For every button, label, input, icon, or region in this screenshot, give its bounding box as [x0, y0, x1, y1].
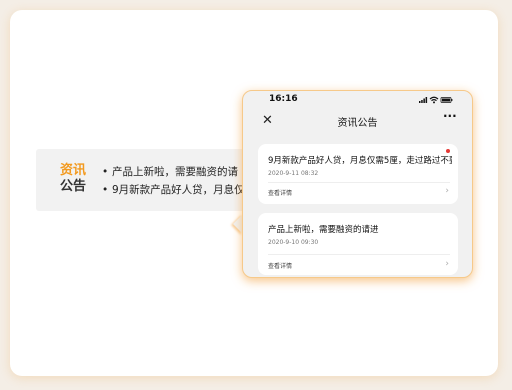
message-date: 2020-9-11 08:32 — [268, 170, 319, 177]
nav-bar: ✕ 资讯公告 ··· — [243, 109, 472, 135]
view-details-link[interactable]: 查看详情 — [268, 261, 292, 270]
bullet-icon: • — [102, 166, 109, 178]
ticker-item-text: 9月新款产品好人贷，月息仅 — [112, 184, 245, 196]
chevron-right-icon[interactable]: › — [445, 259, 449, 269]
battery-icon — [440, 97, 453, 103]
message-title: 9月新款产品好人贷，月息仅需5厘，走过路过不要... — [268, 156, 452, 166]
ticker-item[interactable]: • 9月新款产品好人贷，月息仅 — [102, 181, 262, 199]
status-time: 16:16 — [269, 94, 298, 104]
divider — [268, 182, 450, 183]
signal-icon — [419, 97, 428, 103]
brand-line-2: 公告 — [60, 179, 87, 194]
bullet-icon: • — [102, 184, 109, 196]
ticker-brand: 资讯 公告 — [60, 163, 90, 195]
message-title: 产品上新啦，需要融资的请进 — [268, 225, 379, 235]
message-card[interactable]: 产品上新啦，需要融资的请进 2020-9-10 09:30 查看详情 › — [258, 213, 458, 275]
chevron-right-icon[interactable]: › — [445, 186, 449, 196]
ticker-item[interactable]: • 产品上新啦，需要融资的请 — [102, 163, 262, 181]
more-icon[interactable]: ··· — [443, 109, 457, 123]
view-details-link[interactable]: 查看详情 — [268, 188, 292, 197]
brand-line-1: 资讯 — [60, 163, 87, 178]
announcement-ticker[interactable]: 资讯 公告 • 产品上新啦，需要融资的请 • 9月新款产品好人贷，月息仅 — [36, 149, 262, 211]
phone-popover: 16:16 ✕ 资讯公告 ··· 9月新款产品好人贷，月息仅需5厘，走过路过不要… — [242, 90, 473, 278]
unread-dot — [446, 149, 450, 153]
status-bar: 16:16 — [243, 91, 472, 109]
message-card[interactable]: 9月新款产品好人贷，月息仅需5厘，走过路过不要... 2020-9-11 08:… — [258, 144, 458, 204]
ticker-list: • 产品上新啦，需要融资的请 • 9月新款产品好人贷，月息仅 — [102, 163, 262, 199]
message-date: 2020-9-10 09:30 — [268, 239, 319, 246]
wifi-icon — [429, 96, 439, 104]
status-icons — [419, 96, 453, 104]
ticker-item-text: 产品上新啦，需要融资的请 — [112, 166, 238, 178]
nav-title: 资讯公告 — [337, 118, 378, 129]
divider — [268, 254, 450, 255]
